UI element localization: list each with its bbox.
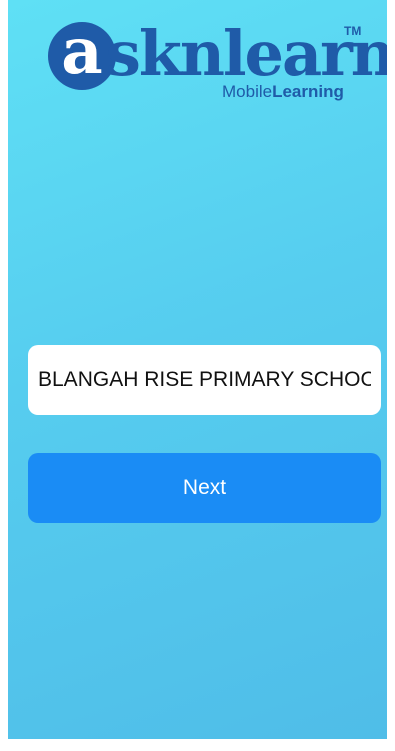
school-name-field[interactable]: [28, 345, 381, 415]
logo-tagline: MobileLearning: [222, 82, 344, 102]
asknlearn-logo: a sknlearn TM MobileLearning: [48, 16, 387, 110]
login-screen: a sknlearn TM MobileLearning Next: [8, 0, 387, 739]
logo-tagline-prefix: Mobile: [222, 82, 273, 101]
next-button-label: Next: [182, 476, 227, 499]
next-button[interactable]: Next: [28, 453, 381, 523]
logo-trademark: TM: [344, 24, 362, 38]
logo-tagline-bold: Learning: [272, 82, 344, 101]
